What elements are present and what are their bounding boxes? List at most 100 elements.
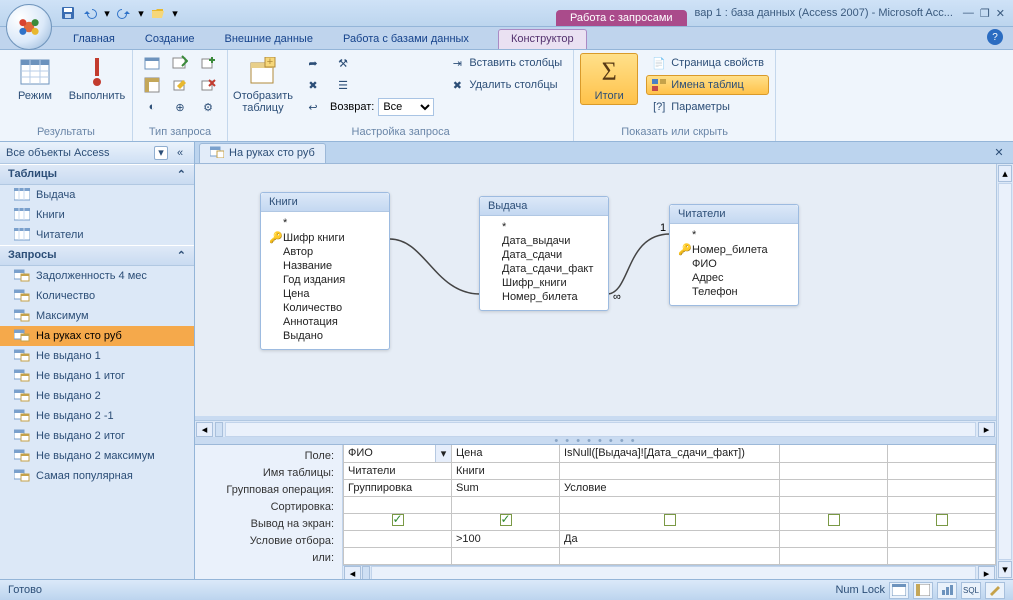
field-item[interactable]: Выдано — [269, 329, 381, 343]
nav-header[interactable]: Все объекты Access ▾ « — [0, 142, 194, 164]
nav-collapse-icon[interactable]: « — [172, 145, 188, 161]
field-item[interactable]: * — [488, 220, 600, 234]
show-checkbox[interactable] — [936, 514, 948, 526]
delete-query-icon[interactable] — [195, 75, 221, 95]
undo-menu-icon[interactable]: ▾ — [102, 3, 112, 23]
grid-cell[interactable] — [344, 530, 452, 547]
show-table-button[interactable]: + Отобразить таблицу — [234, 53, 292, 117]
grid-cell[interactable] — [560, 496, 780, 513]
nav-query-item[interactable]: На руках сто руб — [0, 326, 194, 346]
passthrough-query-icon[interactable]: ⊕ — [167, 97, 193, 117]
grid-cell[interactable] — [888, 479, 996, 496]
grid-cell[interactable]: IsNull([Выдача]![Дата_сдачи_факт]) — [560, 445, 780, 462]
view-design-icon[interactable] — [985, 582, 1005, 599]
document-tab[interactable]: На руках сто руб — [199, 143, 326, 163]
minimize-icon[interactable]: — — [963, 7, 974, 20]
document-close-icon[interactable]: ✕ — [991, 145, 1007, 161]
nav-query-item[interactable]: Задолженность 4 мес — [0, 266, 194, 286]
grid-table[interactable]: ФИО▾ЦенаIsNull([Выдача]![Дата_сдачи_факт… — [343, 445, 996, 565]
totals-button[interactable]: Σ Итоги — [580, 53, 638, 105]
table-box-header[interactable]: Выдача — [480, 197, 608, 216]
field-item[interactable]: ФИО — [678, 257, 790, 271]
nav-table-item[interactable]: Книги — [0, 205, 194, 225]
grid-cell[interactable] — [780, 462, 888, 479]
insert-columns-button[interactable]: ⇥Вставить столбцы — [444, 53, 567, 73]
nav-query-item[interactable]: Не выдано 2 итог — [0, 426, 194, 446]
grid-cell[interactable] — [888, 530, 996, 547]
nav-query-item[interactable]: Самая популярная — [0, 466, 194, 486]
open-folder-icon[interactable] — [148, 3, 168, 23]
nav-query-item[interactable]: Количество — [0, 286, 194, 306]
diagram-vscroll[interactable]: ▴▾ — [996, 164, 1013, 579]
grid-cell[interactable] — [560, 547, 780, 564]
run-button[interactable]: Выполнить — [68, 53, 126, 105]
grid-hscroll[interactable]: ◂▸ — [343, 565, 996, 580]
field-item[interactable]: Цена — [269, 287, 381, 301]
grid-cell[interactable] — [780, 496, 888, 513]
field-item[interactable]: Адрес — [678, 271, 790, 285]
grid-cell[interactable] — [452, 496, 560, 513]
tab-external[interactable]: Внешние данные — [212, 29, 326, 49]
redo-menu-icon[interactable]: ▾ — [136, 3, 146, 23]
grid-cell[interactable]: Условие — [560, 479, 780, 496]
append-query-icon[interactable] — [195, 53, 221, 73]
parameters-button[interactable]: [?]Параметры — [646, 97, 769, 117]
grid-cell[interactable] — [888, 547, 996, 564]
close-icon[interactable]: ✕ — [996, 7, 1005, 20]
table-box-books[interactable]: Книги*🔑Шифр книгиАвторНазваниеГод издани… — [260, 192, 390, 350]
grid-cell[interactable]: Группировка — [344, 479, 452, 496]
grid-cell[interactable] — [344, 513, 452, 530]
table-box-header[interactable]: Книги — [261, 193, 389, 212]
field-item[interactable]: Год издания — [269, 273, 381, 287]
field-item[interactable]: 🔑Шифр книги — [269, 230, 381, 245]
show-checkbox[interactable] — [392, 514, 404, 526]
view-pivot-icon[interactable] — [913, 582, 933, 599]
office-button[interactable] — [6, 4, 52, 50]
help-icon[interactable]: ? — [987, 29, 1003, 45]
field-item[interactable]: Количество — [269, 301, 381, 315]
view-pivotchart-icon[interactable] — [937, 582, 957, 599]
grid-cell[interactable]: >100 — [452, 530, 560, 547]
view-button[interactable]: Режим — [6, 53, 64, 105]
nav-query-item[interactable]: Не выдано 1 итог — [0, 366, 194, 386]
grid-cell[interactable]: Да — [560, 530, 780, 547]
datadef-query-icon[interactable]: ⚙ — [195, 97, 221, 117]
grid-cell[interactable]: Цена — [452, 445, 560, 462]
tab-home[interactable]: Главная — [60, 29, 128, 49]
field-item[interactable]: * — [269, 216, 381, 230]
grid-cell[interactable]: ФИО▾ — [344, 445, 452, 462]
nav-table-item[interactable]: Читатели — [0, 225, 194, 245]
show-checkbox[interactable] — [828, 514, 840, 526]
grid-cell[interactable] — [560, 513, 780, 530]
grid-cell[interactable] — [560, 462, 780, 479]
nav-query-item[interactable]: Максимум — [0, 306, 194, 326]
grid-cell[interactable] — [780, 530, 888, 547]
grid-cell[interactable]: Sum — [452, 479, 560, 496]
grid-cell[interactable] — [780, 445, 888, 462]
view-datasheet-icon[interactable] — [889, 582, 909, 599]
restore-icon[interactable]: ❐ — [980, 7, 990, 20]
show-checkbox[interactable] — [664, 514, 676, 526]
grid-cell[interactable] — [888, 445, 996, 462]
field-item[interactable]: Шифр_книги — [488, 276, 600, 290]
table-box-issue[interactable]: Выдача*Дата_выдачиДата_сдачиДата_сдачи_ф… — [479, 196, 609, 311]
nav-group-queries[interactable]: Запросы⌃ — [0, 245, 194, 266]
grid-cell[interactable] — [452, 547, 560, 564]
nav-query-item[interactable]: Не выдано 1 — [0, 346, 194, 366]
grid-cell[interactable] — [344, 496, 452, 513]
maketable-query-icon[interactable] — [167, 53, 193, 73]
undo-icon[interactable] — [80, 3, 100, 23]
nav-query-item[interactable]: Не выдано 2 -1 — [0, 406, 194, 426]
insert-rows-icon[interactable]: ➦ — [300, 53, 326, 73]
nav-query-item[interactable]: Не выдано 2 максимум — [0, 446, 194, 466]
field-item[interactable]: * — [678, 228, 790, 242]
unknown-icon[interactable]: ☰ — [330, 75, 356, 95]
field-item[interactable]: Дата_сдачи_факт — [488, 262, 600, 276]
field-item[interactable]: Название — [269, 259, 381, 273]
grid-cell[interactable] — [780, 513, 888, 530]
diagram-hscroll[interactable]: ◂ ▸ — [195, 420, 996, 437]
table-names-button[interactable]: Имена таблиц — [646, 75, 769, 95]
qat-customize-icon[interactable]: ▾ — [170, 3, 180, 23]
relationship-diagram[interactable]: 1 ∞ Книги*🔑Шифр книгиАвторНазваниеГод из… — [195, 164, 996, 420]
nav-group-tables[interactable]: Таблицы⌃ — [0, 164, 194, 185]
